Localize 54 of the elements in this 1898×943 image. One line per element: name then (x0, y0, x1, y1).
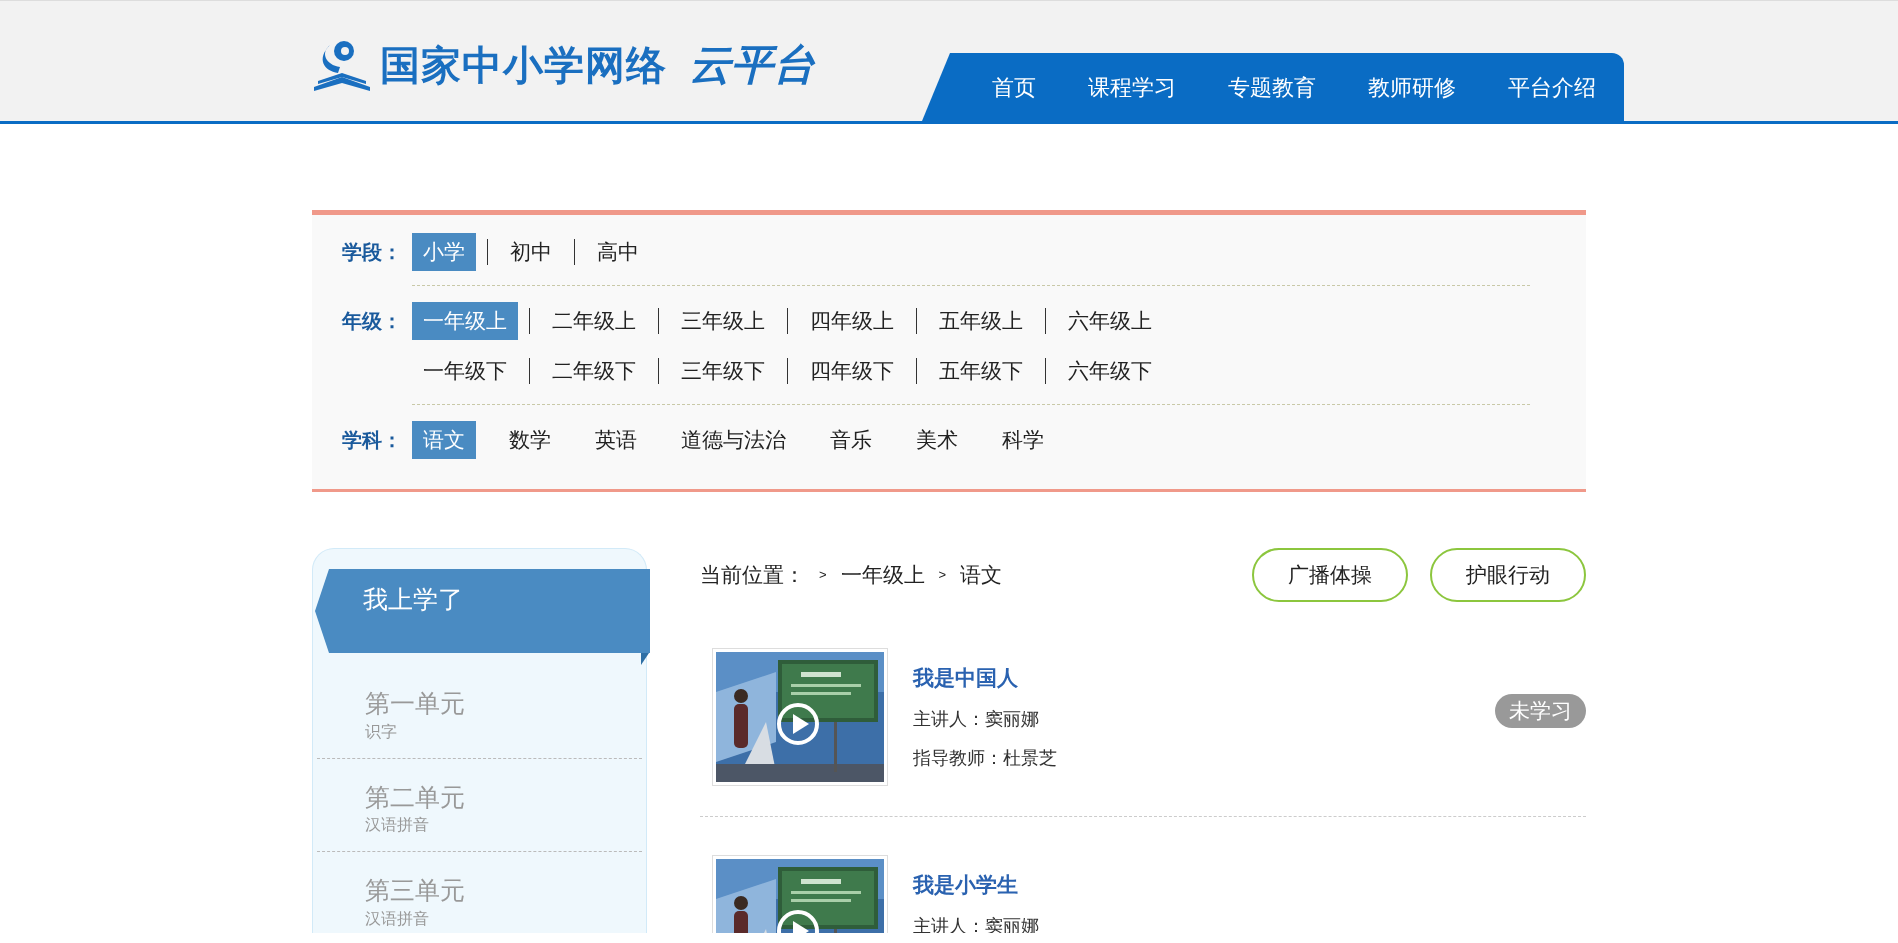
filter-option[interactable]: 一年级上 (412, 302, 518, 340)
lesson-title[interactable]: 我是小学生 (913, 869, 1039, 901)
unit-title: 第二单元 (365, 781, 466, 813)
filter-label: 学段： (342, 240, 403, 265)
breadcrumb-label: 当前位置： (700, 562, 805, 589)
filter-option[interactable]: 四年级上 (799, 302, 905, 340)
nav-link[interactable]: 课程学习 (1062, 70, 1202, 104)
filter-option[interactable]: 英语 (584, 421, 648, 459)
filter-label: 学科： (342, 428, 403, 453)
nav-link[interactable]: 教师研修 (1342, 70, 1482, 104)
nav-link[interactable]: 专题教育 (1202, 70, 1342, 104)
filter-option[interactable]: 音乐 (819, 421, 883, 459)
unit-subtitle: 汉语拼音 (365, 908, 430, 929)
ribbon-fold-icon (641, 653, 649, 665)
nav-link[interactable]: 平台介绍 (1482, 70, 1622, 104)
breadcrumb-separator: > (938, 566, 947, 585)
filter-option[interactable]: 数学 (498, 421, 562, 459)
filter-option[interactable]: 二年级下 (541, 352, 647, 390)
play-icon[interactable] (776, 702, 820, 746)
filter-option[interactable]: 小学 (412, 233, 476, 271)
filter-option[interactable]: 科学 (991, 421, 1055, 459)
unit-subtitle: 汉语拼音 (365, 815, 430, 835)
advisor-text: 指导教师：杜景芝 (913, 746, 1057, 770)
filter-option[interactable]: 六年级下 (1057, 352, 1163, 390)
filter-option[interactable]: 三年级上 (670, 302, 776, 340)
logo-text: 国家中小学网络 (380, 45, 667, 85)
filter-option[interactable]: 道德与法治 (670, 421, 797, 459)
breadcrumb-link[interactable]: 语文 (960, 559, 1003, 591)
nav-link[interactable]: 首页 (966, 70, 1062, 104)
logo-brand-text: 云平台 (689, 44, 815, 86)
filter-option[interactable]: 高中 (586, 233, 650, 271)
breadcrumb-link[interactable]: 一年级上 (840, 559, 925, 591)
action-button[interactable]: 广播体操 (1252, 548, 1408, 602)
lesson-title[interactable]: 我是中国人 (913, 662, 1057, 694)
filter-label: 年级： (342, 309, 403, 334)
unit-subtitle: 识字 (365, 721, 398, 742)
filter-option[interactable]: 二年级上 (541, 302, 647, 340)
unit-title: 第一单元 (365, 688, 466, 719)
logo-icon (312, 39, 372, 91)
unit-title: 第三单元 (365, 875, 466, 906)
sidebar-heading: 我上学了 (315, 569, 650, 653)
filter-option[interactable]: 语文 (412, 421, 476, 459)
filter-option[interactable]: 四年级下 (799, 352, 905, 390)
lecturer-text: 主讲人：窦丽娜 (913, 707, 1040, 731)
breadcrumb-separator: > (819, 566, 827, 585)
filter-option[interactable]: 一年级下 (412, 352, 518, 390)
filter-option[interactable]: 六年级上 (1057, 302, 1163, 340)
filter-option[interactable]: 三年级下 (670, 352, 776, 390)
action-button[interactable]: 护眼行动 (1430, 548, 1586, 602)
status-badge: 未学习 (1495, 694, 1586, 728)
filter-option[interactable]: 初中 (499, 233, 563, 271)
filter-option[interactable]: 五年级下 (928, 352, 1034, 390)
filter-option[interactable]: 美术 (905, 421, 969, 459)
filter-option[interactable]: 五年级上 (928, 302, 1034, 340)
